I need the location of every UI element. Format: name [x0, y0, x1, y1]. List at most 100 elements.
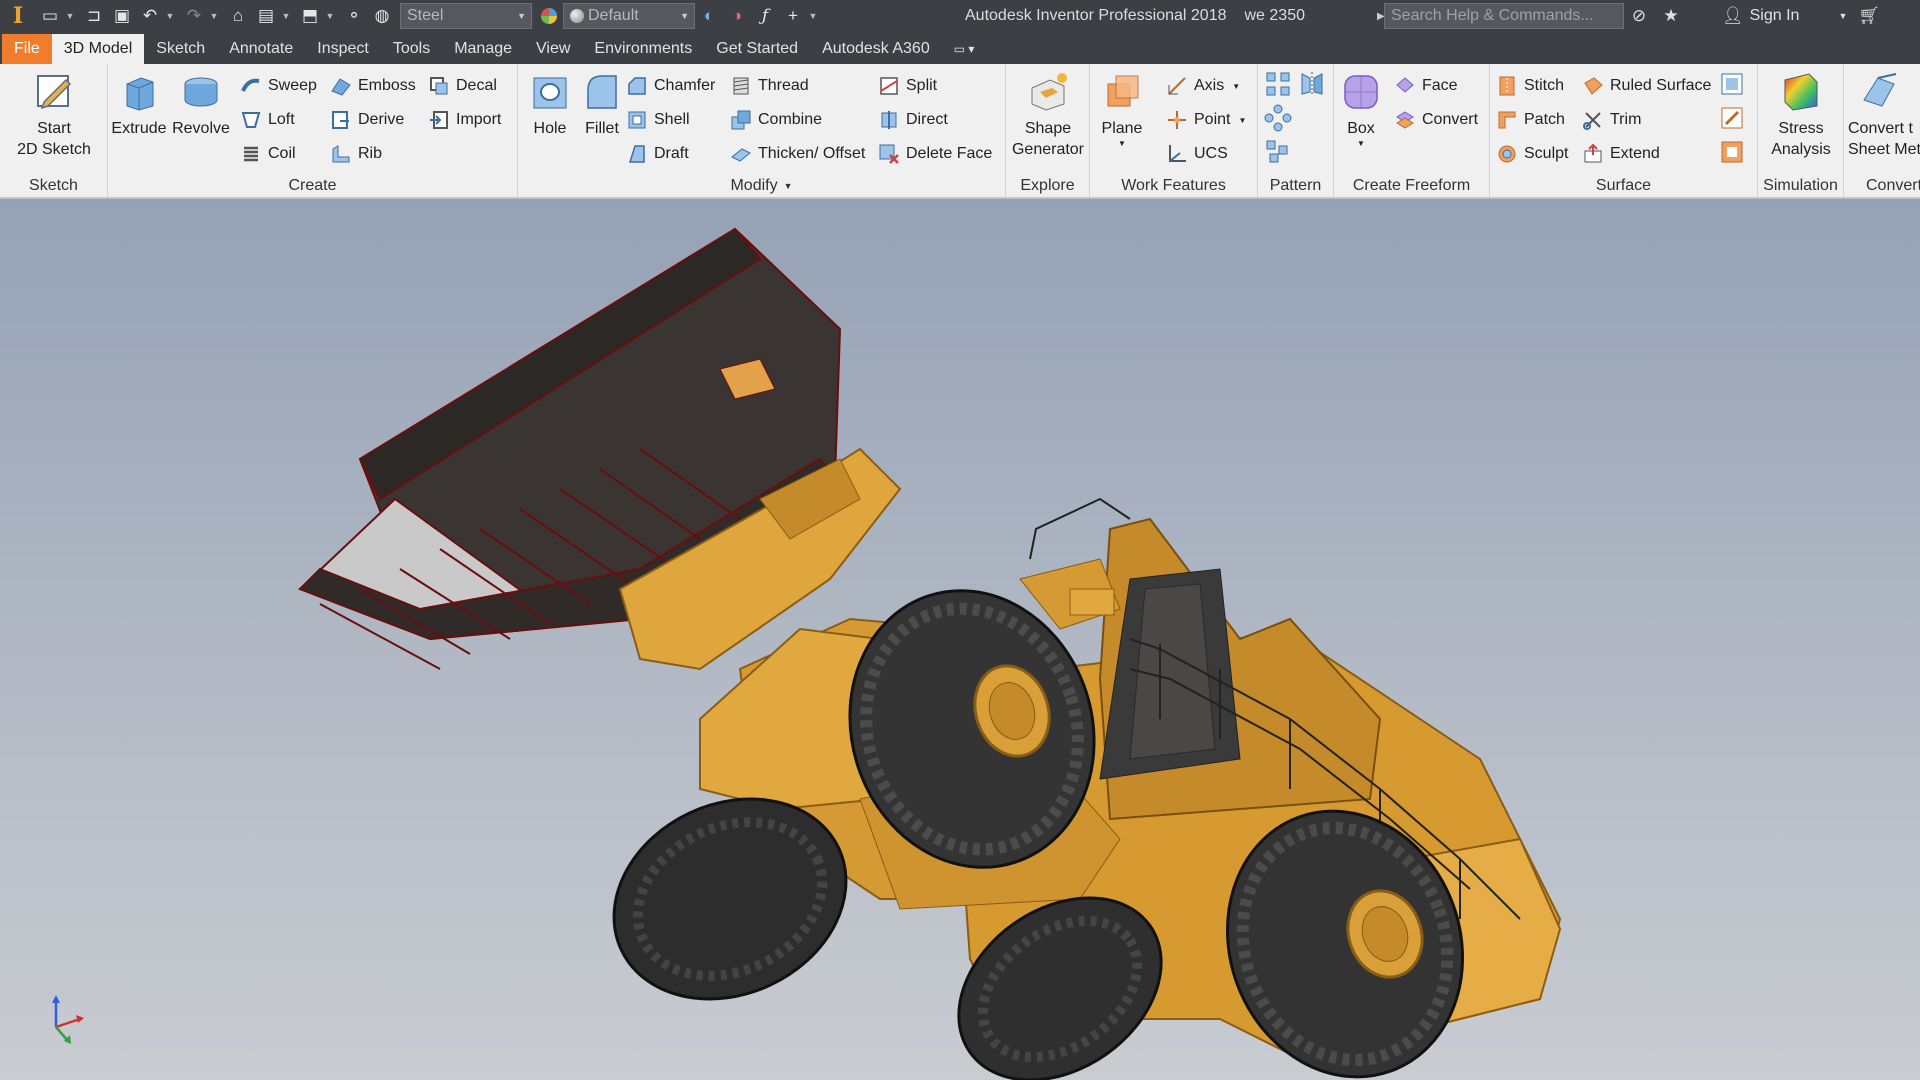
hole-button[interactable]: Hole: [522, 70, 578, 139]
panel-title-create-freeform[interactable]: Create Freeform: [1334, 174, 1489, 198]
select-icon[interactable]: ⬒: [297, 3, 323, 29]
panel-title-surface[interactable]: Surface: [1490, 174, 1757, 198]
stress-analysis-button[interactable]: Stress Analysis: [1762, 70, 1840, 160]
rectangular-pattern-icon[interactable]: [1264, 70, 1292, 98]
tab-manage[interactable]: Manage: [442, 34, 524, 64]
draft-button[interactable]: Draft: [626, 140, 689, 168]
axis-button[interactable]: Axis ▼: [1166, 72, 1240, 100]
print-icon[interactable]: ▤: [253, 3, 279, 29]
coil-button[interactable]: Coil: [240, 140, 296, 168]
freeform-convert-button[interactable]: Convert: [1394, 106, 1478, 134]
tab-environments[interactable]: Environments: [582, 34, 704, 64]
communication-center-icon[interactable]: ⊘: [1626, 3, 1652, 29]
convert-to-sheet-metal-button[interactable]: Convert t Sheet Met: [1848, 70, 1920, 160]
redo-dropdown[interactable]: ▼: [208, 3, 220, 29]
undo-dropdown[interactable]: ▼: [164, 3, 176, 29]
panel-title-modify[interactable]: Modify ▼: [518, 174, 1005, 198]
combine-button[interactable]: Combine: [730, 106, 822, 134]
mirror-icon[interactable]: [1298, 70, 1326, 98]
fillet-button[interactable]: Fillet: [574, 70, 630, 139]
direct-button[interactable]: Direct: [878, 106, 948, 134]
delete-face-button[interactable]: Delete Face: [878, 140, 992, 168]
panel-title-explore[interactable]: Explore: [1006, 174, 1089, 198]
circular-pattern-icon[interactable]: [1264, 104, 1292, 132]
tab-view[interactable]: View: [524, 34, 582, 64]
undo-icon[interactable]: ↶: [137, 3, 163, 29]
replace-face-icon[interactable]: [1718, 70, 1746, 98]
stitch-button[interactable]: Stitch: [1496, 72, 1564, 100]
derive-button[interactable]: Derive: [330, 106, 404, 134]
select-dropdown[interactable]: ▼: [324, 3, 336, 29]
shell-button[interactable]: Shell: [626, 106, 690, 134]
tab-sketch[interactable]: Sketch: [144, 34, 217, 64]
ruled-surface-button[interactable]: Ruled Surface: [1582, 72, 1711, 100]
ribbon-display-toggle-icon[interactable]: ▭ ▾: [942, 34, 987, 64]
panel-title-convert[interactable]: Convert: [1844, 174, 1920, 198]
patch-button[interactable]: Patch: [1496, 106, 1565, 134]
extrude-button[interactable]: Extrude: [110, 70, 168, 139]
new-icon[interactable]: ▭: [37, 3, 63, 29]
tab-inspect[interactable]: Inspect: [305, 34, 381, 64]
appearance-icon[interactable]: [536, 3, 562, 29]
signin-dropdown-icon[interactable]: ▼: [1830, 3, 1856, 29]
sign-in-button[interactable]: 👤︎ Sign In: [1722, 0, 1799, 32]
sketch-pattern-icon[interactable]: [1264, 138, 1292, 166]
freeform-box-button[interactable]: Box ▼: [1334, 70, 1388, 149]
tab-annotate[interactable]: Annotate: [217, 34, 305, 64]
sculpt-button[interactable]: Sculpt: [1496, 140, 1568, 168]
properties-icon[interactable]: ⚬: [341, 3, 367, 29]
parameters-fx-icon[interactable]: ƒ: [752, 3, 778, 29]
start-2d-sketch-button[interactable]: Start 2D Sketch: [16, 70, 92, 160]
split-button[interactable]: Split: [878, 72, 937, 100]
add-icon[interactable]: +: [780, 3, 806, 29]
cart-icon[interactable]: 🛒︎: [1856, 3, 1882, 29]
tab-get-started[interactable]: Get Started: [704, 34, 810, 64]
tab-autodesk-a360[interactable]: Autodesk A360: [810, 34, 942, 64]
emboss-button[interactable]: Emboss: [330, 72, 416, 100]
redo-icon[interactable]: ↷: [181, 3, 207, 29]
customize-dropdown[interactable]: ▼: [807, 3, 819, 29]
tab-file[interactable]: File: [2, 34, 52, 64]
tab-3d-model[interactable]: 3D Model: [51, 34, 145, 64]
freeform-face-button[interactable]: Face: [1394, 72, 1458, 100]
plane-button[interactable]: Plane ▼: [1094, 70, 1150, 149]
save-icon[interactable]: ▣: [109, 3, 135, 29]
sweep-button[interactable]: Sweep: [240, 72, 317, 100]
trim-button[interactable]: Trim: [1582, 106, 1641, 134]
import-button[interactable]: Import: [428, 106, 501, 134]
point-button[interactable]: Point ▼: [1166, 106, 1246, 134]
material-selector[interactable]: Steel ▼: [400, 3, 532, 29]
shape-generator-button[interactable]: Shape Generator: [1008, 70, 1088, 160]
new-dropdown[interactable]: ▼: [64, 3, 76, 29]
wheel-loader-model[interactable]: [0, 199, 1920, 1080]
material-globe-icon[interactable]: ◍: [369, 3, 395, 29]
appearance-selector[interactable]: Default ▼: [563, 3, 695, 29]
clear-appearance-icon[interactable]: ◑: [724, 3, 750, 29]
home-icon[interactable]: ⌂: [225, 3, 251, 29]
print-dropdown[interactable]: ▼: [280, 3, 292, 29]
revolve-button[interactable]: Revolve: [172, 70, 230, 139]
panel-title-sketch[interactable]: Sketch: [0, 174, 107, 198]
panel-title-pattern[interactable]: Pattern: [1258, 174, 1333, 198]
thread-button[interactable]: Thread: [730, 72, 809, 100]
adjust-appearance-icon[interactable]: ◐: [696, 3, 722, 29]
chamfer-button[interactable]: Chamfer: [626, 72, 715, 100]
panel-title-simulation[interactable]: Simulation: [1758, 174, 1843, 198]
rib-button[interactable]: Rib: [330, 140, 382, 168]
thicken-offset-button[interactable]: Thicken/ Offset: [730, 140, 865, 168]
repair-bodies-icon[interactable]: [1718, 104, 1746, 132]
tab-tools[interactable]: Tools: [381, 34, 442, 64]
panel-title-create[interactable]: Create: [108, 174, 517, 198]
graphics-viewport[interactable]: [0, 199, 1920, 1080]
open-icon[interactable]: ⊐: [81, 3, 107, 29]
panel-title-work-features[interactable]: Work Features: [1090, 174, 1257, 198]
view-triad-icon[interactable]: [40, 989, 100, 1049]
search-input[interactable]: Search Help & Commands...: [1384, 3, 1624, 29]
inventor-logo-icon[interactable]: I: [0, 0, 36, 32]
extend-button[interactable]: Extend: [1582, 140, 1660, 168]
ucs-button[interactable]: UCS: [1166, 140, 1228, 168]
favorites-star-icon[interactable]: ★: [1658, 3, 1684, 29]
decal-button[interactable]: Decal: [428, 72, 497, 100]
loft-button[interactable]: Loft: [240, 106, 295, 134]
fit-mesh-face-icon[interactable]: [1718, 138, 1746, 166]
